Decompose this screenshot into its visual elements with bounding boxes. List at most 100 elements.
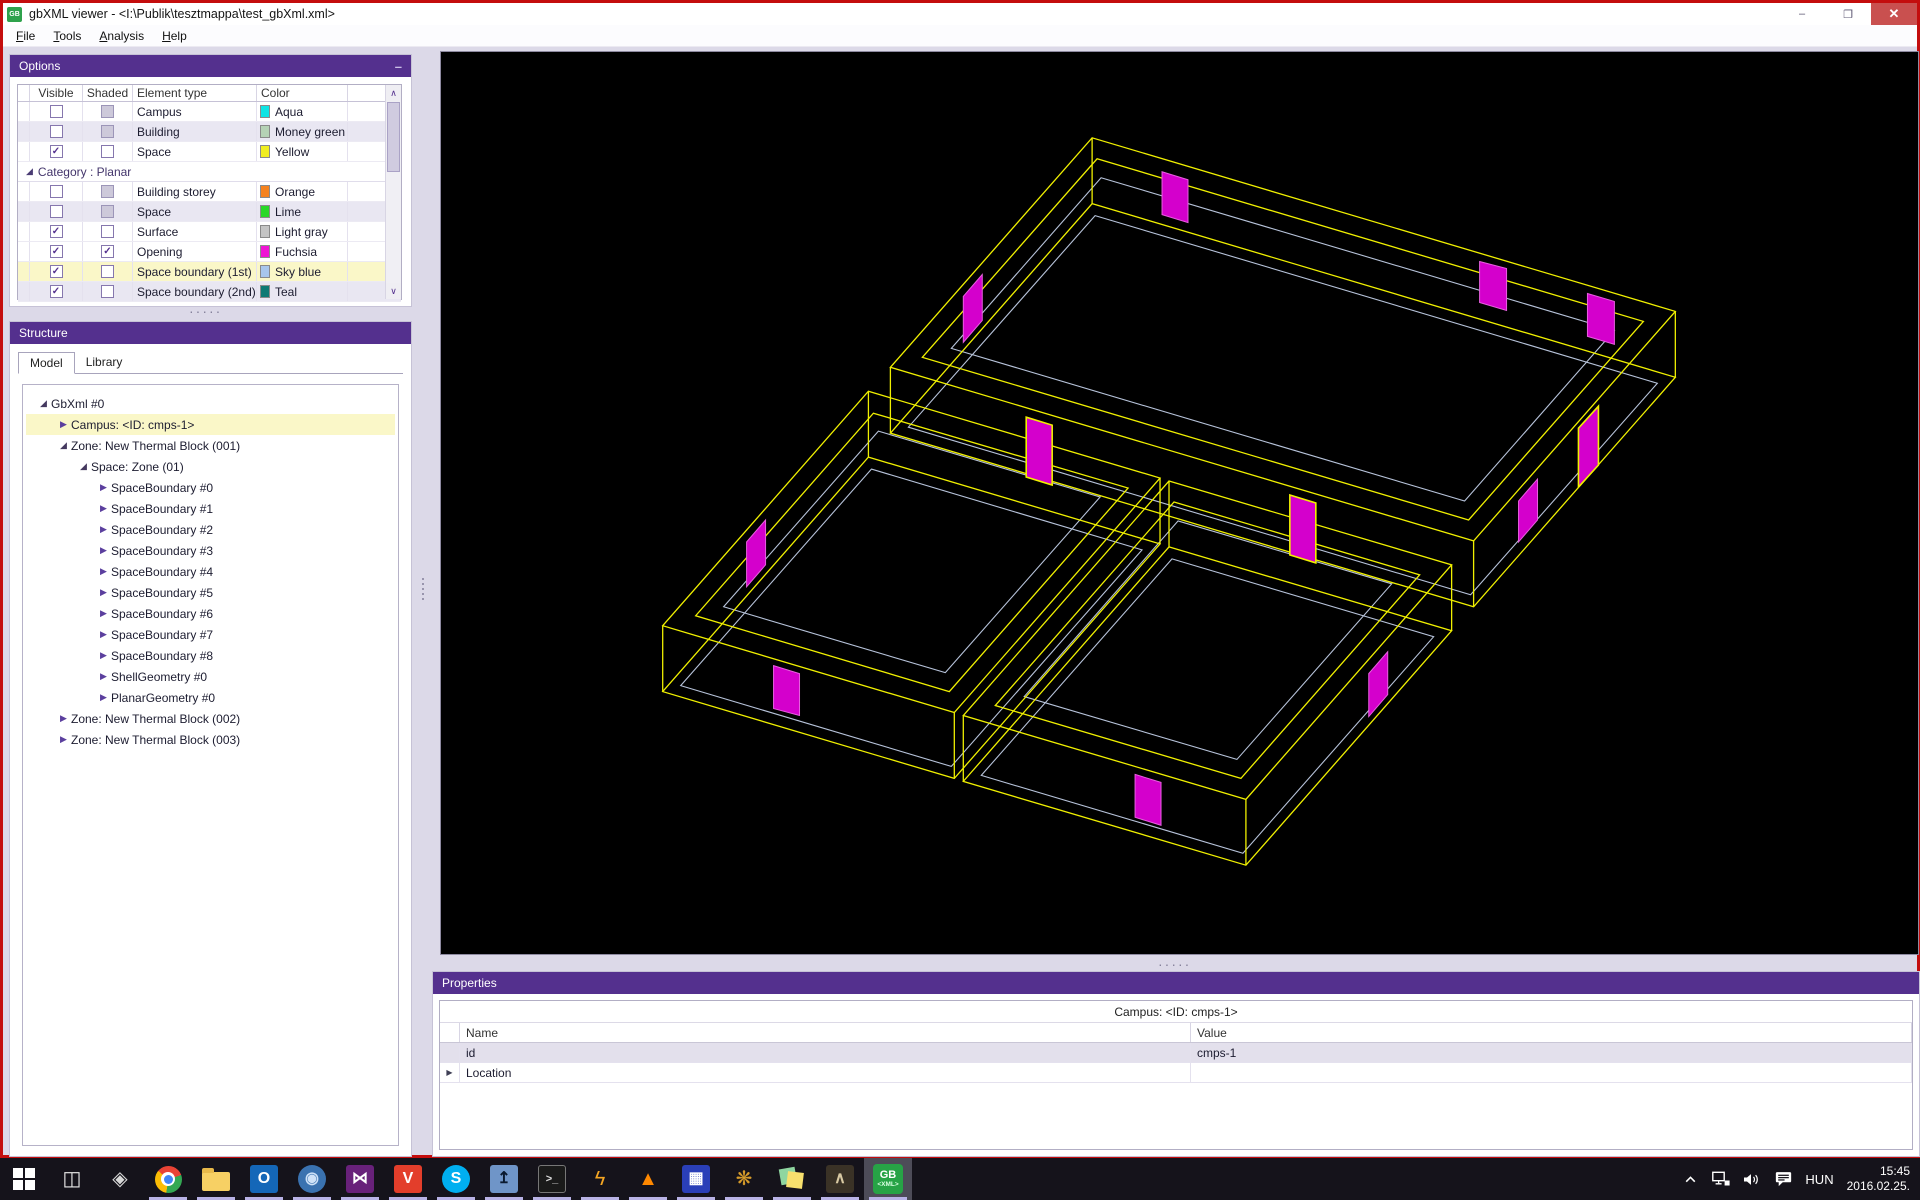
- sticky-notes-app[interactable]: [768, 1158, 816, 1200]
- tree-item-shellgeometry-0[interactable]: ▶ ShellGeometry #0: [26, 666, 395, 687]
- property-row-location[interactable]: ▶ Location: [440, 1063, 1912, 1083]
- floppy-save-app[interactable]: ▦: [672, 1158, 720, 1200]
- menu-item-tools[interactable]: Tools: [44, 27, 90, 45]
- vlc-player[interactable]: ▲: [624, 1158, 672, 1200]
- color-cell[interactable]: Fuchsia: [257, 242, 348, 261]
- expand-triangle-icon[interactable]: ▶: [96, 524, 111, 535]
- restore-button[interactable]: ❐: [1825, 3, 1871, 25]
- tree-item-spaceboundary-8[interactable]: ▶ SpaceBoundary #8: [26, 645, 395, 666]
- command-prompt[interactable]: >_: [528, 1158, 576, 1200]
- expand-triangle-icon[interactable]: ▶: [96, 650, 111, 661]
- language-indicator[interactable]: HUN: [1805, 1172, 1833, 1187]
- column-header-visible[interactable]: Visible: [30, 85, 83, 101]
- tree-item-spaceboundary-2[interactable]: ▶ SpaceBoundary #2: [26, 519, 395, 540]
- viewport-3d[interactable]: [440, 51, 1919, 955]
- browser-globe-app[interactable]: ◉: [288, 1158, 336, 1200]
- element-type-row-surface[interactable]: ✓ Surface Light gray: [18, 222, 401, 242]
- element-type-row-opening[interactable]: ✓ ✓ Opening Fuchsia: [18, 242, 401, 262]
- color-cell[interactable]: Money green: [257, 122, 348, 141]
- shaded-checkbox[interactable]: [101, 225, 114, 238]
- arrow-launcher-app[interactable]: ↥: [480, 1158, 528, 1200]
- visual-studio-app[interactable]: ⋈: [336, 1158, 384, 1200]
- gbxml-viewer-app[interactable]: GB <XML>: [864, 1158, 912, 1200]
- expand-triangle-icon[interactable]: ▶: [96, 629, 111, 640]
- options-scrollbar[interactable]: ∧ ∨: [385, 85, 401, 299]
- visible-checkbox[interactable]: ✓: [49, 225, 63, 238]
- options-collapse-button[interactable]: –: [395, 59, 402, 74]
- visible-checkbox[interactable]: [49, 205, 63, 218]
- minimize-button[interactable]: –: [1779, 3, 1825, 25]
- color-swatch[interactable]: [260, 105, 270, 118]
- paint-palette-app[interactable]: ❋: [720, 1158, 768, 1200]
- expand-triangle-icon[interactable]: ▶: [440, 1063, 460, 1082]
- panel-splitter-handle[interactable]: ·····: [189, 304, 222, 318]
- expand-triangle-icon[interactable]: ▶: [96, 566, 111, 577]
- tree-item-spaceboundary-7[interactable]: ▶ SpaceBoundary #7: [26, 624, 395, 645]
- volume-icon[interactable]: [1743, 1171, 1761, 1187]
- tree-item-planargeometry-0[interactable]: ▶ PlanarGeometry #0: [26, 687, 395, 708]
- name-column-header[interactable]: Name: [460, 1023, 1191, 1042]
- color-swatch[interactable]: [260, 225, 270, 238]
- expand-triangle-icon[interactable]: ▶: [96, 503, 111, 514]
- column-header-element-type[interactable]: Element type: [133, 85, 257, 101]
- expanded-triangle-icon[interactable]: ◢: [26, 166, 33, 177]
- color-swatch[interactable]: [260, 125, 270, 138]
- expand-triangle-icon[interactable]: ▶: [96, 545, 111, 556]
- unity-app[interactable]: ◈: [96, 1158, 144, 1200]
- element-type-row-building-storey[interactable]: Building storey Orange: [18, 182, 401, 202]
- shaded-checkbox[interactable]: [101, 145, 114, 158]
- tab-library[interactable]: Library: [75, 351, 134, 373]
- color-cell[interactable]: Orange: [257, 182, 348, 201]
- collapse-triangle-icon[interactable]: ◢: [56, 440, 71, 451]
- tree-item-spaceboundary-1[interactable]: ▶ SpaceBoundary #1: [26, 498, 395, 519]
- shaded-checkbox[interactable]: [101, 285, 114, 298]
- visible-checkbox[interactable]: ✓: [49, 265, 63, 278]
- collapse-triangle-icon[interactable]: ◢: [36, 398, 51, 409]
- menu-item-help[interactable]: Help: [153, 27, 196, 45]
- network-icon[interactable]: [1712, 1171, 1731, 1187]
- expand-triangle-icon[interactable]: ▶: [96, 692, 111, 703]
- color-swatch[interactable]: [260, 145, 270, 158]
- color-swatch[interactable]: [260, 205, 270, 218]
- tree-item-zone-new-thermal-block-002[interactable]: ▶ Zone: New Thermal Block (002): [26, 708, 395, 729]
- file-explorer[interactable]: [192, 1158, 240, 1200]
- color-cell[interactable]: Lime: [257, 202, 348, 221]
- category-group-row[interactable]: ◢ Category : Planar: [18, 162, 401, 182]
- viewport-splitter-handle[interactable]: ·····: [1158, 957, 1191, 971]
- tree-item-zone-new-thermal-block-003[interactable]: ▶ Zone: New Thermal Block (003): [26, 729, 395, 750]
- property-row-id[interactable]: id cmps-1: [440, 1043, 1912, 1063]
- menu-item-analysis[interactable]: Analysis: [90, 27, 153, 45]
- collapse-triangle-icon[interactable]: ◢: [76, 461, 91, 472]
- element-type-row-space-boundary-1st-[interactable]: ✓ Space boundary (1st) Sky blue: [18, 262, 401, 282]
- tab-model[interactable]: Model: [18, 352, 75, 374]
- visible-checkbox[interactable]: [49, 185, 63, 198]
- column-header-shaded[interactable]: Shaded: [83, 85, 133, 101]
- tree-item-zone-new-thermal-block-001[interactable]: ◢ Zone: New Thermal Block (001): [26, 435, 395, 456]
- expand-triangle-icon[interactable]: ▶: [96, 587, 111, 598]
- tree-item-gbxml-0[interactable]: ◢ GbXml #0: [26, 393, 395, 414]
- outlook-app[interactable]: O: [240, 1158, 288, 1200]
- skype-app[interactable]: S: [432, 1158, 480, 1200]
- element-type-row-space[interactable]: ✓ Space Yellow: [18, 142, 401, 162]
- color-cell[interactable]: Yellow: [257, 142, 348, 161]
- color-cell[interactable]: Aqua: [257, 102, 348, 121]
- tree-item-spaceboundary-3[interactable]: ▶ SpaceBoundary #3: [26, 540, 395, 561]
- shaded-checkbox[interactable]: ✓: [101, 245, 114, 258]
- color-cell[interactable]: Light gray: [257, 222, 348, 241]
- tree-item-campus-id-cmps-1[interactable]: ▶ Campus: <ID: cmps-1>: [26, 414, 395, 435]
- expand-triangle-icon[interactable]: ▶: [56, 419, 71, 430]
- color-cell[interactable]: Teal: [257, 282, 348, 301]
- expand-triangle-icon[interactable]: ▶: [96, 671, 111, 682]
- chrome-browser[interactable]: [144, 1158, 192, 1200]
- visible-checkbox[interactable]: [49, 105, 63, 118]
- visible-checkbox[interactable]: ✓: [49, 245, 63, 258]
- tree-item-spaceboundary-0[interactable]: ▶ SpaceBoundary #0: [26, 477, 395, 498]
- expand-triangle-icon[interactable]: ▶: [96, 482, 111, 493]
- task-view-button[interactable]: ◫: [48, 1158, 96, 1200]
- clock[interactable]: 15:45 2016.02.25.: [1847, 1164, 1910, 1194]
- element-type-row-building[interactable]: Building Money green: [18, 122, 401, 142]
- column-header-color[interactable]: Color: [257, 85, 348, 101]
- element-type-row-campus[interactable]: Campus Aqua: [18, 102, 401, 122]
- expand-triangle-icon[interactable]: ▶: [96, 608, 111, 619]
- color-swatch[interactable]: [260, 285, 270, 298]
